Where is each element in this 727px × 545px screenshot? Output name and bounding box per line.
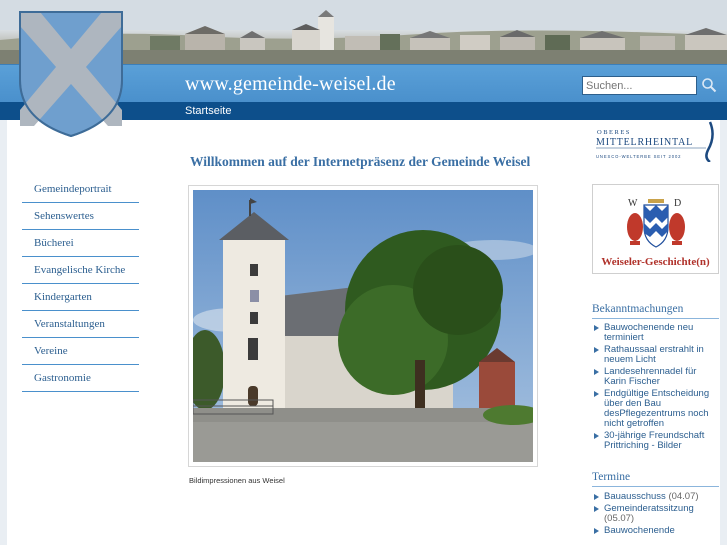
page-title: Willkommen auf der Internetpräsenz der G…	[190, 154, 531, 169]
announcement-text[interactable]: Rathaussaal erstrahlt in neuem Licht	[604, 344, 704, 365]
list-item[interactable]: Gemeinderatssitzung (05.07)	[593, 504, 719, 524]
logo-line1: OBERES	[597, 129, 631, 136]
sidebar-item-kindergarten[interactable]: Kindergarten	[22, 284, 139, 311]
history-banner[interactable]: W D Weiseler-Geschichte(n)	[592, 184, 719, 274]
sidebar-item-veranstaltungen[interactable]: Veranstaltungen	[22, 311, 139, 338]
sidebar-item-buecherei[interactable]: Bücherei	[22, 230, 139, 257]
history-label[interactable]: Weiseler-Geschichte(n)	[593, 256, 718, 268]
list-item[interactable]: Bauwochenende	[593, 526, 719, 536]
arrow-right-icon	[594, 369, 599, 375]
photo-frame	[188, 185, 538, 467]
site-title[interactable]: www.gemeinde-weisel.de	[185, 73, 396, 96]
event-text[interactable]: Bauausschuss	[604, 491, 666, 502]
announcement-text[interactable]: Landesehrennadel für Karin Fischer	[604, 366, 696, 387]
lion-crest-icon: W D	[627, 198, 685, 248]
mittelrheintal-logo-graphic: OBERES MITTELRHEINTAL UNESCO-WELTERBE SE…	[594, 121, 714, 164]
arrow-right-icon	[594, 528, 599, 534]
nav-home-link[interactable]: Startseite	[185, 105, 231, 117]
list-item[interactable]: Bauwochenende neu terminiert	[593, 323, 719, 343]
event-date: (05.07)	[604, 513, 635, 524]
event-text[interactable]: Bauwochenende	[604, 525, 675, 536]
crest-letter-left: W	[628, 198, 638, 209]
sidebar-item-gemeindeportrait[interactable]: Gemeindeportrait	[22, 176, 139, 203]
list-item[interactable]: Endgültige Entscheidung über den Bau des…	[593, 389, 719, 429]
sidebar-item-sehenswertes[interactable]: Sehenswertes	[22, 203, 139, 230]
sidebar-nav: Gemeindeportrait Sehenswertes Bücherei E…	[22, 176, 139, 392]
sidebar-item-vereine[interactable]: Vereine	[22, 338, 139, 365]
page-edge-right	[720, 120, 727, 545]
magnifier-icon[interactable]	[701, 77, 717, 93]
search-input[interactable]	[582, 76, 697, 95]
list-item[interactable]: Bauausschuss (04.07)	[593, 492, 719, 502]
announcement-text[interactable]: 30-jährige Freundschaft Prittriching - B…	[604, 430, 704, 451]
arrow-right-icon	[594, 347, 599, 353]
events-list: Bauausschuss (04.07) Gemeinderatssitzung…	[593, 492, 719, 538]
announcement-text[interactable]: Endgültige Entscheidung über den Bau des…	[604, 388, 709, 429]
photo-caption: Bildimpressionen aus Weisel	[189, 476, 285, 485]
church-photo[interactable]	[193, 190, 533, 462]
announcements-title: Bekanntmachungen	[592, 303, 684, 315]
arrow-right-icon	[594, 506, 599, 512]
logo-line2: MITTELRHEINTAL	[596, 137, 693, 148]
arrow-right-icon	[594, 494, 599, 500]
municipal-crest-logo[interactable]	[16, 8, 126, 140]
list-item[interactable]: Rathaussaal erstrahlt in neuem Licht	[593, 345, 719, 365]
arrow-right-icon	[594, 391, 599, 397]
mittelrheintal-logo[interactable]: OBERES MITTELRHEINTAL UNESCO-WELTERBE SE…	[594, 120, 714, 164]
events-title: Termine	[592, 471, 631, 483]
list-item[interactable]: 30-jährige Freundschaft Prittriching - B…	[593, 431, 719, 451]
crest-letter-right: D	[674, 198, 681, 209]
arrow-right-icon	[594, 325, 599, 331]
list-item[interactable]: Landesehrennadel für Karin Fischer	[593, 367, 719, 387]
announcement-text[interactable]: Bauwochenende neu terminiert	[604, 322, 693, 343]
sidebar-item-gastronomie[interactable]: Gastronomie	[22, 365, 139, 392]
sidebar-item-evangelische-kirche[interactable]: Evangelische Kirche	[22, 257, 139, 284]
announcements-divider	[592, 318, 719, 319]
events-divider	[592, 486, 719, 487]
church-photo-image	[193, 190, 533, 462]
announcements-list: Bauwochenende neu terminiert Rathaussaal…	[593, 323, 719, 453]
event-date: (04.07)	[668, 491, 699, 502]
page-edge-left	[0, 120, 7, 545]
logo-line3: UNESCO-WELTERBE SEIT 2002	[596, 154, 681, 159]
arrow-right-icon	[594, 433, 599, 439]
